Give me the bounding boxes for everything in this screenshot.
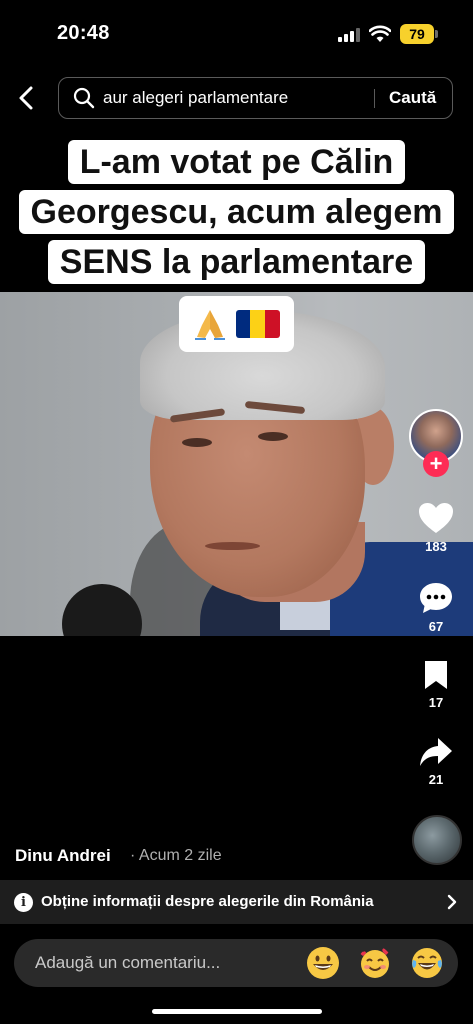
follow-button[interactable]: +	[423, 451, 449, 477]
comment-placeholder[interactable]: Adaugă un comentariu...	[35, 953, 220, 973]
home-indicator	[152, 1009, 322, 1014]
share-button[interactable]: 21	[406, 736, 466, 787]
like-count: 183	[425, 539, 447, 554]
author-name[interactable]: Dinu Andrei	[15, 846, 111, 866]
search-icon	[73, 87, 95, 109]
folded-hands-emoji	[195, 309, 226, 340]
save-button[interactable]: 17	[406, 659, 466, 710]
caption-line: Georgescu, acum alegem	[18, 190, 455, 234]
status-time: 20:48	[57, 22, 110, 44]
battery-tip	[435, 30, 438, 38]
post-time: · Acum 2 zile	[130, 847, 222, 864]
share-arrow-icon	[420, 738, 452, 766]
chevron-right-icon	[447, 894, 457, 910]
heart-icon	[419, 503, 453, 533]
video-caption: L-am votat pe Călin Georgescu, acum aleg…	[0, 140, 473, 352]
flag-stripe-red	[265, 309, 280, 338]
mouth	[205, 542, 260, 550]
tears-of-joy-emoji[interactable]	[410, 946, 444, 980]
search-query[interactable]: aur alegeri parlamentare	[103, 88, 288, 108]
election-info-banner[interactable]: i Obține informații despre alegerile din…	[0, 880, 473, 924]
comment-input[interactable]: Adaugă un comentariu...	[14, 939, 458, 987]
grinning-face-emoji[interactable]	[306, 946, 340, 980]
caption-line: SENS la parlamentare	[47, 240, 426, 284]
smiling-face-with-hearts-emoji[interactable]	[358, 946, 392, 980]
status-bar: 20:48 79	[0, 0, 473, 70]
eye	[258, 432, 288, 441]
sound-disc[interactable]	[412, 815, 462, 865]
flag-stripe-yellow	[250, 309, 266, 338]
search-button[interactable]: Caută	[389, 88, 436, 108]
comment-count: 67	[428, 619, 444, 634]
chevron-left-icon[interactable]	[14, 84, 40, 112]
flag-stripe-blue	[235, 309, 251, 338]
save-count: 17	[428, 695, 444, 710]
search-input[interactable]: aur alegeri parlamentare Caută	[58, 77, 453, 119]
info-icon: i	[14, 893, 33, 912]
info-banner-text: Obține informații despre alegerile din R…	[41, 893, 374, 910]
bookmark-icon	[425, 661, 447, 689]
search-divider	[374, 89, 375, 108]
battery-indicator: 79	[400, 24, 434, 44]
like-button[interactable]: 183	[406, 501, 466, 554]
romania-flag-emoji	[235, 309, 280, 338]
caption-line: L-am votat pe Călin	[67, 140, 406, 184]
caption-emojis	[179, 296, 294, 352]
eye	[182, 438, 212, 447]
cellular-signal-icon	[338, 28, 360, 42]
wifi-icon	[369, 25, 391, 42]
comment-bubble-icon	[420, 583, 452, 613]
comment-button[interactable]: 67	[406, 581, 466, 634]
share-count: 21	[428, 772, 444, 787]
